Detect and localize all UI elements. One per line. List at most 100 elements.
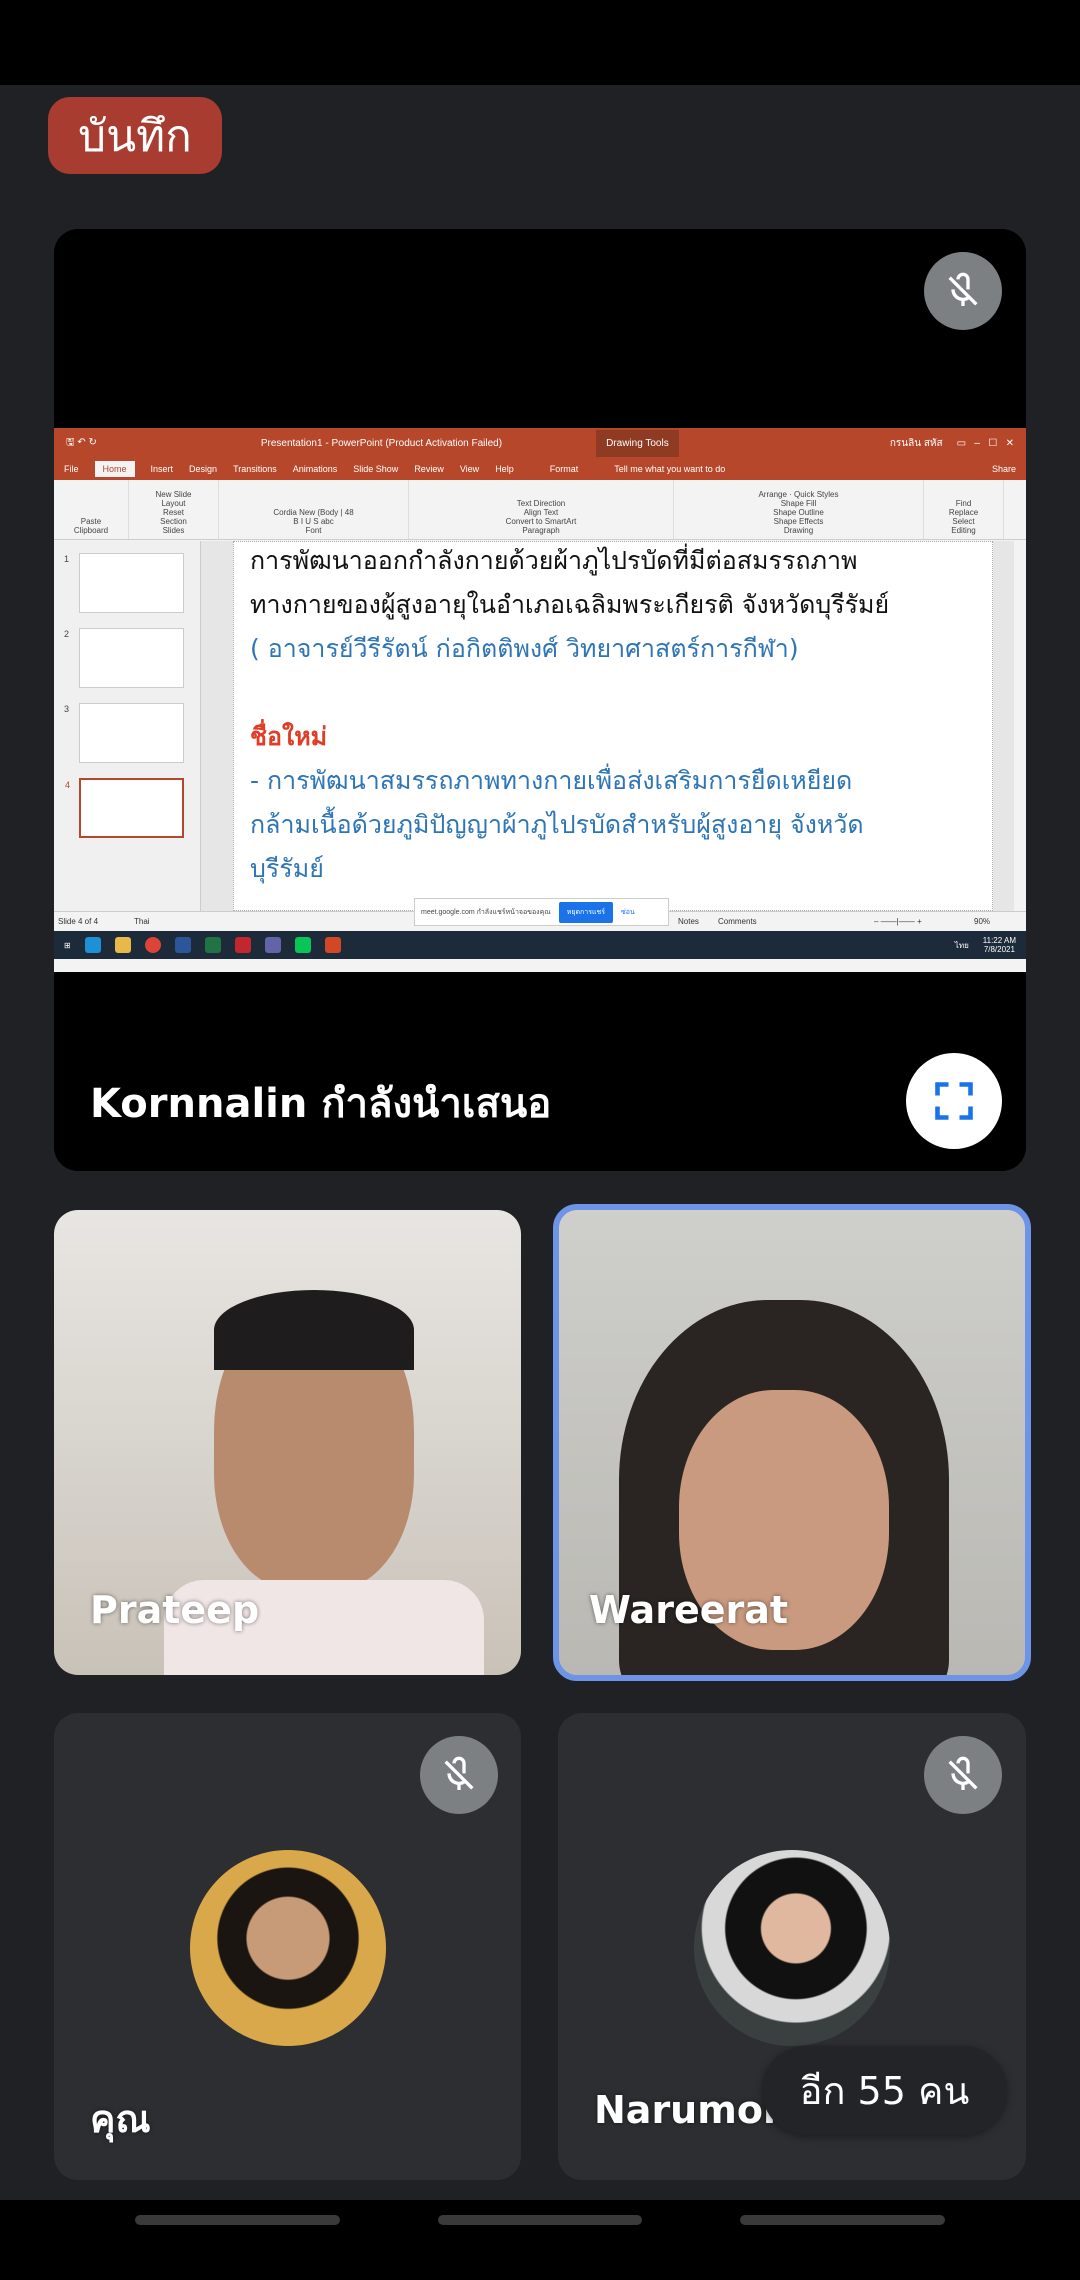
- group-editing: Editing: [951, 526, 976, 535]
- fullscreen-icon: [935, 1082, 973, 1120]
- input-language[interactable]: ไทย: [955, 939, 969, 952]
- replace-button[interactable]: Replace: [949, 508, 978, 517]
- status-bar: [0, 0, 1080, 85]
- tab-design[interactable]: Design: [189, 464, 217, 474]
- participant-name: Prateep: [90, 1588, 260, 1632]
- mic-off-icon: [924, 1736, 1002, 1814]
- layout-button[interactable]: Layout: [161, 499, 185, 508]
- shared-screen: 🖫 ↶ ↻ Presentation1 - PowerPoint (Produc…: [54, 428, 1026, 972]
- avatar: [694, 1850, 890, 2046]
- new-slide-button[interactable]: New Slide: [155, 490, 191, 499]
- tab-view[interactable]: View: [460, 464, 479, 474]
- chrome-icon[interactable]: [144, 937, 161, 953]
- text-box[interactable]: การพัฒนาออกกำลังกายด้วยผ้าภูไปรบัดที่มีต…: [233, 541, 993, 911]
- tab-transitions[interactable]: Transitions: [233, 464, 277, 474]
- participant-tile-prateep[interactable]: Prateep: [54, 1210, 521, 1675]
- presentation-tile[interactable]: 🖫 ↶ ↻ Presentation1 - PowerPoint (Produc…: [54, 229, 1026, 1171]
- screen-share-notice: meet.google.com กำลังแชร์หน้าจอของคุณ หย…: [414, 898, 669, 926]
- slide-text: การพัฒนาออกกำลังกายด้วยผ้าภูไปรบัดที่มีต…: [250, 546, 858, 575]
- teams-icon[interactable]: [264, 937, 281, 953]
- group-clipboard: Clipboard: [73, 526, 109, 535]
- slide-thumb[interactable]: 3: [64, 703, 184, 763]
- reset-button[interactable]: Reset: [163, 508, 184, 517]
- tab-help[interactable]: Help: [495, 464, 514, 474]
- tab-slide-show[interactable]: Slide Show: [353, 464, 398, 474]
- slide-text: - การพัฒนาสมรรถภาพทางกายเพื่อส่งเสริมการ…: [250, 766, 853, 795]
- presenter-label: Kornnalin กำลังนำเสนอ: [90, 1081, 552, 1127]
- line-icon[interactable]: [294, 937, 311, 953]
- comments-button[interactable]: Comments: [718, 917, 757, 926]
- slide-canvas: การพัฒนาออกกำลังกายด้วยผ้าภูไปรบัดที่มีต…: [201, 541, 1014, 911]
- group-drawing: Drawing: [783, 526, 814, 535]
- stop-sharing-button[interactable]: หยุดการแชร์: [558, 901, 613, 923]
- share-notice-text: meet.google.com กำลังแชร์หน้าจอของคุณ: [421, 908, 551, 916]
- slide-text: ( อาจารย์วีรีรัตน์ ก่อกิตติพงศ์ วิทยาศาส…: [250, 634, 799, 663]
- slide-text: บุรีรัมย์: [250, 854, 324, 883]
- shape-effects-button[interactable]: Shape Effects: [774, 517, 824, 526]
- nav-handle[interactable]: [740, 2215, 945, 2225]
- text-direction-button[interactable]: Text Direction: [517, 499, 565, 508]
- windows-start-icon[interactable]: ⊞: [64, 941, 71, 950]
- share-button[interactable]: Share: [992, 464, 1016, 474]
- taskbar: ⊞ ไทย 11:22 AM 7/8/2021: [54, 931, 1026, 959]
- participant-name: Narumon: [594, 2088, 790, 2132]
- clock[interactable]: 11:22 AM 7/8/2021: [983, 936, 1016, 954]
- mic-off-icon: [420, 1736, 498, 1814]
- tell-me-search[interactable]: Tell me what you want to do: [614, 464, 725, 474]
- slide-text: กล้ามเนื้อด้วยภูมิปัญญาผ้าภูไปรบัดสำหรับ…: [250, 810, 864, 839]
- more-participants-button[interactable]: อีก 55 คน: [762, 2046, 1007, 2135]
- format-buttons[interactable]: B I U S abc: [293, 517, 333, 526]
- tab-file[interactable]: File: [64, 464, 79, 474]
- shape-fill-button[interactable]: Shape Fill: [781, 499, 817, 508]
- save-icon: 🖫 ↶ ↻: [66, 436, 97, 448]
- tab-review[interactable]: Review: [414, 464, 444, 474]
- slide-counter: Slide 4 of 4: [58, 917, 99, 926]
- tab-insert[interactable]: Insert: [151, 464, 174, 474]
- slide-thumbnails: 1 2 3 4: [54, 541, 201, 911]
- hide-button[interactable]: ซ่อน: [621, 907, 635, 918]
- word-icon[interactable]: [174, 937, 191, 953]
- navigation-bar: [0, 2200, 1080, 2280]
- tab-animations[interactable]: Animations: [293, 464, 338, 474]
- section-button[interactable]: Section: [160, 517, 187, 526]
- excel-icon[interactable]: [204, 937, 221, 953]
- font-select[interactable]: Cordia New (Body: [273, 508, 338, 517]
- paste-button[interactable]: Paste: [81, 517, 101, 526]
- slide-thumb[interactable]: 2: [64, 628, 184, 688]
- slide-text: ทางกายของผู้สูงอายุในอำเภอเฉลิมพระเกียรต…: [250, 590, 890, 619]
- avatar: [190, 1850, 386, 2046]
- convert-smartart-button[interactable]: Convert to SmartArt: [506, 517, 577, 526]
- slide-thumb[interactable]: 1: [64, 553, 184, 613]
- tab-format[interactable]: Format: [550, 464, 579, 474]
- edge-icon[interactable]: [84, 937, 101, 953]
- nav-handle[interactable]: [438, 2215, 642, 2225]
- find-button[interactable]: Find: [956, 499, 972, 508]
- group-paragraph: Paragraph: [522, 526, 560, 535]
- slide-text: ชื่อใหม่: [250, 722, 328, 751]
- quick-styles-button[interactable]: Quick Styles: [794, 490, 838, 499]
- nav-handle[interactable]: [135, 2215, 340, 2225]
- arrange-button[interactable]: Arrange: [758, 490, 786, 499]
- powerpoint-icon[interactable]: [324, 937, 341, 953]
- tab-home[interactable]: Home: [94, 461, 135, 477]
- fullscreen-button[interactable]: [906, 1053, 1002, 1149]
- explorer-icon[interactable]: [114, 937, 131, 953]
- shape-outline-button[interactable]: Shape Outline: [773, 508, 824, 517]
- align-text-button[interactable]: Align Text: [524, 508, 559, 517]
- user-name: กรนลิน สหัส: [889, 437, 943, 449]
- mic-off-icon: [924, 252, 1002, 330]
- font-size-select[interactable]: 48: [345, 508, 354, 517]
- participant-tile-you[interactable]: คุณ: [54, 1713, 521, 2180]
- group-slides: Slides: [162, 526, 185, 535]
- zoom-slider[interactable]: – ——|—— +: [874, 917, 922, 926]
- participant-name: คุณ: [90, 2097, 151, 2141]
- slide-thumb-active[interactable]: 4: [65, 778, 184, 838]
- group-font: Font: [305, 526, 322, 535]
- select-button[interactable]: Select: [952, 517, 974, 526]
- notes-button[interactable]: Notes: [678, 917, 699, 926]
- language: Thai: [134, 917, 150, 926]
- window-controls[interactable]: ▭ – ☐ ✕: [957, 438, 1014, 449]
- window-title: Presentation1 - PowerPoint (Product Acti…: [260, 437, 503, 449]
- acrobat-icon[interactable]: [234, 937, 251, 953]
- participant-tile-wareerat[interactable]: Wareerat: [553, 1204, 1031, 1681]
